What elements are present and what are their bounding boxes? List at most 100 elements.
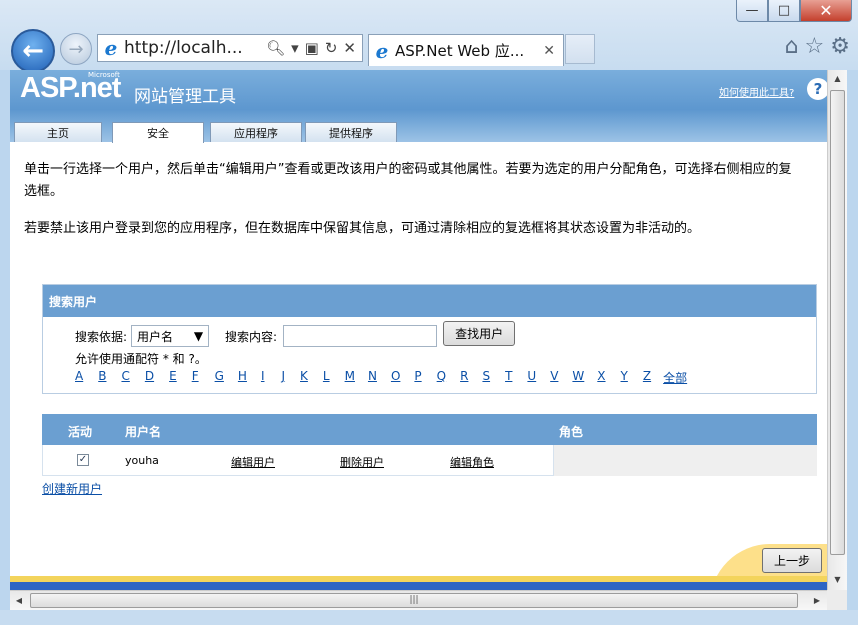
browser-tab[interactable]: e ASP.Net Web 应... ✕ — [368, 34, 564, 66]
letter-link[interactable]: R — [460, 369, 468, 386]
ie-page-icon: e — [104, 36, 118, 60]
letter-link[interactable]: Y — [621, 369, 628, 386]
letter-link[interactable]: Z — [643, 369, 651, 386]
window-frame-bottom — [0, 610, 858, 625]
vertical-scrollbar[interactable]: ▲ ▼ — [827, 70, 847, 590]
letter-link[interactable]: M — [345, 369, 355, 386]
letter-link[interactable]: W — [572, 369, 584, 386]
address-text[interactable]: http://localh... — [124, 38, 266, 58]
horizontal-scrollbar[interactable]: ◀ ||| ▶ — [10, 590, 827, 610]
delete-user-link[interactable]: 删除用户 — [340, 454, 384, 470]
letter-link[interactable]: A — [75, 369, 83, 386]
edit-user-link[interactable]: 编辑用户 — [231, 454, 275, 470]
letter-link[interactable]: E — [169, 369, 177, 386]
letter-link[interactable]: O — [391, 369, 400, 386]
back-arrow-icon[interactable]: ← — [11, 29, 55, 73]
chevron-down-icon: ▼ — [193, 329, 204, 343]
search-content-label: 搜索内容: — [225, 329, 278, 344]
browser-chrome: — □ ✕ ← → e http://localh... 🔍︎ ▾ ▣ ↻ ✕ … — [0, 0, 858, 73]
search-icon[interactable]: 🔍︎ — [266, 39, 285, 57]
all-letters-link[interactable]: 全部 — [663, 369, 687, 386]
site-header: ASP.net Microsoft 网站管理工具 如何使用此工具? ? 主页 安… — [10, 70, 827, 143]
username-cell: youha — [125, 454, 159, 467]
scroll-down-icon[interactable]: ▼ — [828, 571, 847, 589]
col-header-roles: 角色 — [559, 425, 584, 439]
stop-icon[interactable]: ✕ — [343, 39, 356, 57]
compatibility-view-icon[interactable]: ▣ — [305, 39, 319, 57]
letter-link[interactable]: S — [482, 369, 490, 386]
tab-security[interactable]: 安全 — [112, 122, 204, 143]
create-user-link[interactable]: 创建新用户 — [42, 480, 102, 497]
letter-link[interactable]: C — [121, 369, 129, 386]
browser-toolbar-icons: ⌂ ☆ ⚙ — [785, 34, 850, 59]
footer-blue-bar — [10, 582, 827, 590]
letter-link[interactable]: F — [192, 369, 199, 386]
home-icon[interactable]: ⌂ — [785, 34, 799, 59]
tab-title: ASP.Net Web 应... — [395, 42, 525, 60]
letter-link[interactable]: H — [238, 369, 247, 386]
help-link[interactable]: 如何使用此工具? — [719, 84, 794, 99]
letter-link[interactable]: N — [368, 369, 377, 386]
page-viewport: ASP.net Microsoft 网站管理工具 如何使用此工具? ? 主页 安… — [10, 70, 827, 590]
search-users-header: 搜索用户 — [43, 285, 816, 317]
help-icon[interactable]: ? — [807, 78, 827, 100]
table-row[interactable]: ✓ youha 编辑用户 删除用户 编辑角色 — [42, 445, 817, 476]
vertical-scroll-thumb[interactable] — [830, 90, 845, 555]
letter-link[interactable]: T — [505, 369, 512, 386]
scrollbar-corner — [827, 590, 847, 610]
letter-link[interactable]: J — [281, 369, 285, 386]
letter-link[interactable]: B — [98, 369, 106, 386]
horizontal-scroll-thumb[interactable]: ||| — [30, 593, 798, 608]
tab-application[interactable]: 应用程序 — [210, 122, 302, 142]
maximize-button[interactable]: □ — [768, 0, 800, 22]
scroll-up-icon[interactable]: ▲ — [828, 70, 847, 88]
users-grid-header: 活动 用户名 角色 — [42, 414, 817, 445]
letter-link[interactable]: V — [550, 369, 558, 386]
user-row-cells: ✓ youha 编辑用户 删除用户 编辑角色 — [42, 445, 554, 476]
site-title: 网站管理工具 — [134, 87, 236, 107]
search-content-input[interactable] — [283, 325, 438, 347]
tab-close-icon[interactable]: ✕ — [543, 43, 563, 59]
forward-arrow-icon[interactable]: → — [60, 33, 92, 65]
letter-link[interactable]: X — [597, 369, 605, 386]
ie-tab-icon: e — [375, 38, 389, 63]
intro-paragraph-1: 单击一行选择一个用户，然后单击“编辑用户”查看或更改该用户的密码或其他属性。若要… — [24, 162, 792, 199]
col-header-active: 活动 — [68, 425, 93, 439]
roles-cell — [554, 445, 817, 476]
letter-link[interactable]: U — [527, 369, 536, 386]
wildcard-note: 允许使用通配符 * 和 ?。 — [75, 352, 207, 366]
letter-link[interactable]: Q — [437, 369, 446, 386]
address-bar[interactable]: e http://localh... 🔍︎ ▾ ▣ ↻ ✕ — [97, 34, 363, 62]
tab-home[interactable]: 主页 — [14, 122, 102, 142]
minimize-button[interactable]: — — [736, 0, 768, 22]
users-grid: 活动 用户名 角色 ✓ youha 编辑用户 删除用户 编辑角色 — [42, 414, 817, 476]
scroll-right-icon[interactable]: ▶ — [808, 591, 826, 610]
tab-provider[interactable]: 提供程序 — [305, 122, 397, 142]
search-by-label: 搜索依据: — [75, 329, 128, 344]
letter-link[interactable]: L — [323, 369, 330, 386]
letter-link[interactable]: G — [215, 369, 224, 386]
search-by-value: 用户名 — [137, 329, 174, 344]
back-button[interactable]: 上一步 — [762, 548, 823, 573]
letter-link[interactable]: K — [300, 369, 308, 386]
letter-link[interactable]: D — [145, 369, 154, 386]
scroll-left-icon[interactable]: ◀ — [10, 591, 28, 610]
intro-paragraph-2: 若要禁止该用户登录到您的应用程序，但在数据库中保留其信息，可通过清除相应的复选框… — [24, 221, 701, 236]
favorites-star-icon[interactable]: ☆ — [805, 34, 825, 59]
new-tab-button[interactable] — [565, 34, 595, 64]
alphabet-filter: A B C D E F G H I J K L M N O P Q R S T … — [75, 369, 687, 386]
address-tools: 🔍︎ ▾ ▣ ↻ ✕ — [266, 39, 362, 57]
dropdown-arrow-icon[interactable]: ▾ — [291, 39, 299, 57]
refresh-icon[interactable]: ↻ — [325, 39, 338, 57]
active-checkbox[interactable]: ✓ — [77, 454, 89, 466]
find-user-button[interactable]: 查找用户 — [443, 321, 516, 346]
settings-gear-icon[interactable]: ⚙ — [830, 34, 850, 59]
edit-roles-link[interactable]: 编辑角色 — [450, 454, 494, 470]
search-users-panel: 搜索用户 搜索依据: 用户名 ▼ 搜索内容: 查找用户 允许使用通配符 * 和 … — [42, 284, 817, 394]
col-header-username: 用户名 — [125, 425, 162, 439]
letter-link[interactable]: I — [261, 369, 265, 386]
letter-link[interactable]: P — [414, 369, 421, 386]
close-window-button[interactable]: ✕ — [800, 0, 852, 22]
search-row: 搜索依据: 用户名 ▼ 搜索内容: 查找用户 — [75, 321, 516, 347]
search-by-select[interactable]: 用户名 ▼ — [131, 325, 210, 347]
